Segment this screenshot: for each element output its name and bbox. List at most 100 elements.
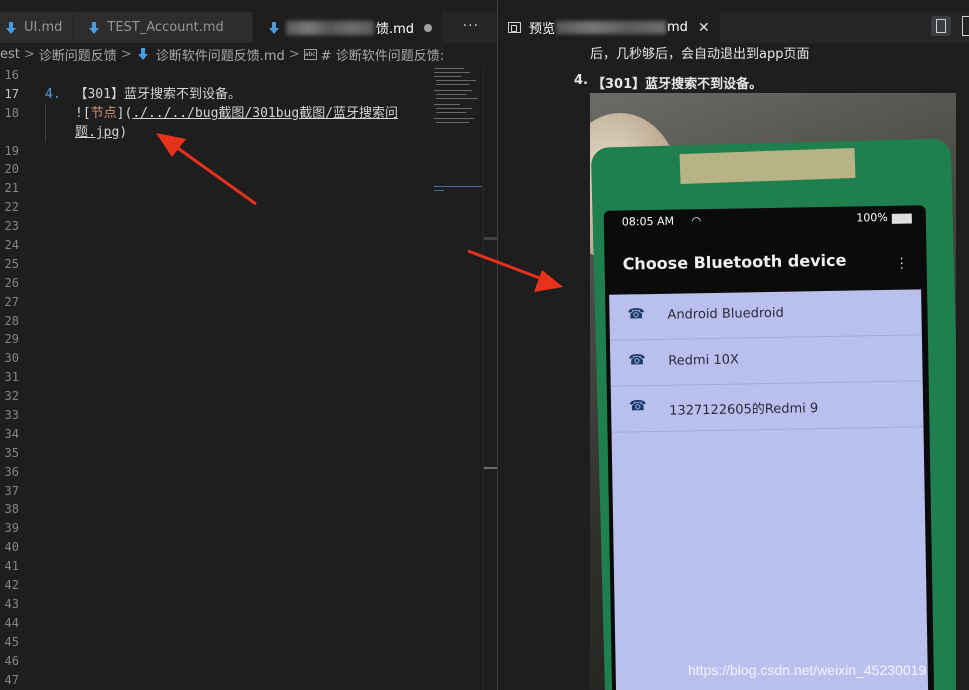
breadcrumb-item[interactable]: # 诊断软件问题反馈:: [321, 45, 444, 64]
line-number: 17: [4, 86, 19, 101]
tab-test-account-md[interactable]: TEST_Account.md: [73, 12, 253, 43]
line-number: 44: [4, 615, 19, 630]
tab-preview-suffix: md: [667, 20, 688, 35]
line-number: 43: [4, 596, 19, 611]
line-number: 21: [4, 181, 19, 196]
split-editor-icon[interactable]: [962, 16, 969, 36]
breadcrumb-item[interactable]: est: [0, 47, 20, 62]
code-line-18[interactable]: ![节点](./../../bug截图/301bug截图/蓝牙搜索问: [75, 104, 398, 123]
tab-preview[interactable]: 预览 md ✕: [498, 12, 721, 43]
line-number: 16: [4, 68, 19, 82]
image-link-text: 节点: [90, 106, 117, 121]
list-number: 4.: [45, 87, 61, 102]
line-number: 31: [4, 370, 19, 385]
line-number: 33: [4, 408, 19, 423]
line-number: 37: [4, 483, 19, 498]
line-number: 26: [4, 275, 19, 290]
scrollbar-marker: [484, 467, 497, 469]
code-line-17[interactable]: 4. 【301】蓝牙搜索不到设备。: [45, 85, 241, 104]
scrollbar-thumb[interactable]: [484, 237, 497, 240]
line-number: 40: [4, 540, 19, 555]
line-number: 20: [4, 162, 19, 177]
markdown-icon: [87, 21, 101, 35]
line-number: 47: [4, 672, 19, 687]
redacted-filename: [286, 20, 374, 35]
line-number: 35: [4, 445, 19, 460]
line-number: 39: [4, 521, 19, 536]
unsaved-dot-icon[interactable]: [424, 23, 432, 32]
wifi-icon: ◠: [691, 214, 702, 228]
line-number: 24: [4, 238, 19, 253]
line-number: 28: [4, 313, 19, 328]
line-wrap-spacer: [0, 123, 28, 142]
line-number: 23: [4, 219, 19, 234]
bluetooth-device-item: ☎ 1327122605的Redmi 9: [610, 381, 924, 433]
markdown-icon: [267, 21, 281, 35]
tab-label: UI.md: [24, 20, 63, 35]
line-number-gutter: 16 17 18 19 20 21 22 23 24 25 26 27 28 29 30 31 32 33 34 35…: [0, 66, 28, 689]
bluetooth-device-item: ☎ Android Bluedroid: [609, 289, 922, 341]
preview-pane: 预览 md ✕ 后，几秒够后，会自动退出到app页面 4. 【301】蓝牙搜索不…: [497, 0, 969, 690]
bluetooth-dialog-title: Choose Bluetooth device: [622, 250, 847, 274]
markdown-icon: [136, 47, 150, 61]
line-number: 30: [4, 351, 19, 366]
line-number: 27: [4, 294, 19, 309]
line-number: 19: [4, 143, 19, 158]
phone-icon: ☎: [627, 306, 646, 323]
symbol-string-icon: abc: [303, 48, 317, 60]
editor-tab-bar: UI.md TEST_Account.md 馈.md ···: [0, 12, 497, 43]
line-number: 42: [4, 578, 19, 593]
tape: [679, 147, 856, 185]
minimap[interactable]: [432, 66, 484, 206]
breadcrumb-separator: >: [23, 46, 35, 62]
image-link-url-wrap[interactable]: 题.jpg: [75, 125, 119, 140]
line-number: 22: [4, 200, 19, 215]
line-number: 18: [4, 105, 19, 120]
phone-icon: ☎: [628, 352, 646, 369]
preview-list-item: 【301】蓝牙搜索不到设备。: [592, 77, 763, 92]
line-number: 38: [4, 502, 19, 517]
screenshot-photo: 08:05 AM ◠ 100% Choose Bluetooth device …: [590, 93, 956, 690]
preview-list-number: 4.: [574, 73, 588, 88]
line-number: 41: [4, 559, 19, 574]
image-link-suffix: ): [119, 125, 128, 140]
tab-label: 馈.md: [375, 22, 414, 37]
image-link-url[interactable]: ./../../bug截图/301bug截图/蓝牙搜索问: [132, 106, 398, 121]
device-name: 1327122605的Redmi 9: [669, 401, 819, 419]
breadcrumb-separator: >: [120, 46, 132, 62]
line-number: 36: [4, 464, 19, 479]
line-number: 29: [4, 332, 19, 347]
line-number: 46: [4, 653, 19, 668]
breadcrumb-item[interactable]: 诊断问题反馈: [39, 45, 117, 64]
image-link-mid: ](: [116, 106, 133, 121]
overflow-menu-icon: ⋮: [894, 255, 909, 272]
line-number: 32: [4, 389, 19, 404]
tab-preview-prefix: 预览: [529, 22, 556, 37]
code-line-18-wrap[interactable]: 题.jpg): [75, 123, 127, 142]
tab-current-md[interactable]: 馈.md: [252, 12, 443, 43]
image-link-prefix: ![: [75, 106, 91, 121]
breadcrumb-item[interactable]: 诊断软件问题反馈.md: [156, 45, 285, 64]
markdown-icon: [4, 21, 18, 35]
bluetooth-device-item: ☎ Redmi 10X: [609, 335, 923, 387]
vertical-scrollbar[interactable]: [483, 66, 497, 690]
redacted-filename: [556, 21, 667, 34]
breadcrumb-separator: >: [288, 46, 300, 62]
battery-label: 100%: [856, 210, 888, 225]
line-number: 34: [4, 426, 19, 441]
device-name: Android Bluedroid: [667, 305, 784, 323]
preview-icon: [508, 22, 521, 33]
close-tab-button[interactable]: ✕: [698, 20, 710, 36]
bluetooth-device-list: ☎ Android Bluedroid ☎ Redmi 10X ☎ 132712…: [609, 289, 929, 690]
open-source-icon[interactable]: [931, 16, 951, 36]
indent-guide: [45, 104, 46, 142]
editor-pane: UI.md TEST_Account.md 馈.md ··· est > 诊断问…: [0, 0, 497, 690]
preview-tab-bar: 预览 md ✕: [498, 12, 969, 43]
phone-time: 08:05 AM: [621, 214, 675, 229]
line-number: 45: [4, 634, 19, 649]
preview-text-line: 后，几秒够后，会自动退出到app页面: [590, 47, 810, 62]
watermark: https://blog.csdn.net/weixin_45230019: [688, 662, 927, 678]
more-actions-button[interactable]: ···: [463, 18, 479, 34]
tab-ui-md[interactable]: UI.md: [0, 12, 74, 43]
device-name: Redmi 10X: [668, 352, 739, 369]
